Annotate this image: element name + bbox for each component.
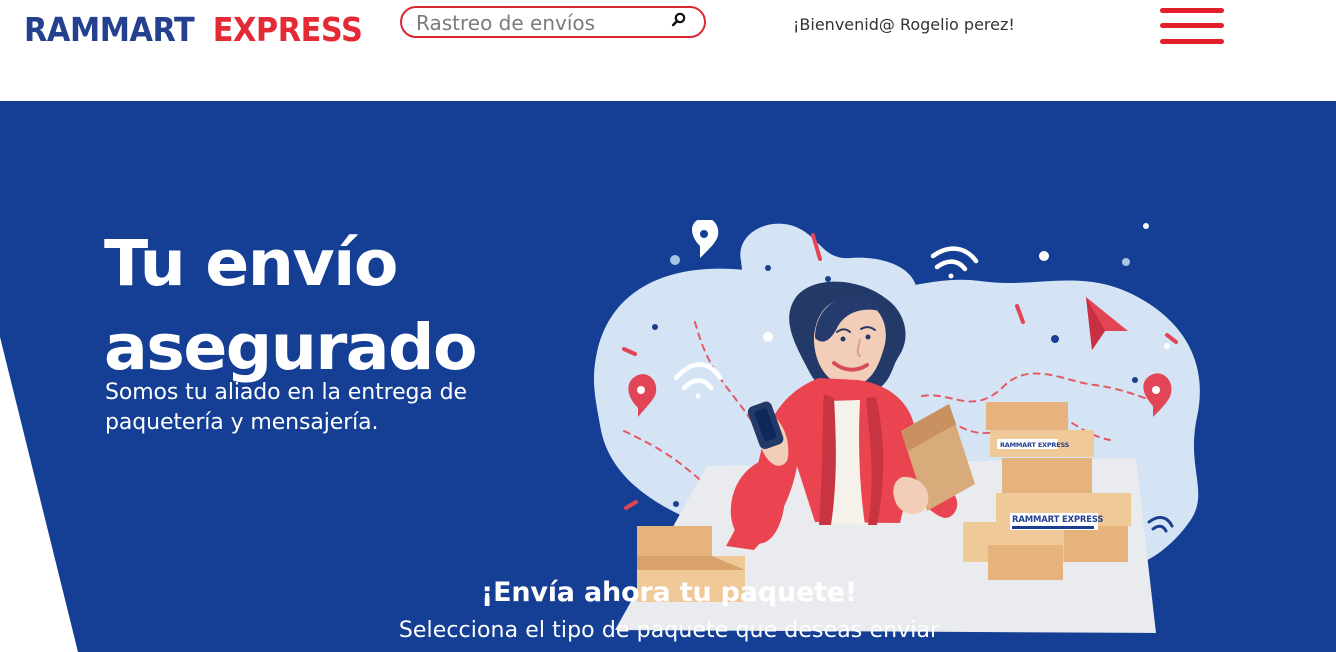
- menu-line: [1160, 39, 1224, 44]
- menu-line: [1160, 8, 1224, 13]
- shipment-search-box[interactable]: [400, 6, 706, 38]
- logo-rammart-text: RAMMART: [24, 9, 195, 49]
- hero-subtitle: Somos tu aliado en la entrega de paquete…: [105, 380, 467, 435]
- logo-express-text: EXPRESS: [212, 9, 363, 49]
- decorative-dot: [825, 276, 831, 282]
- rammart-express-home: RAMMART EXPRESS ¡Bienvenid@ Rogelio pere…: [0, 0, 1336, 652]
- decorative-dot: [1039, 251, 1049, 261]
- decorative-dot: [1143, 223, 1149, 229]
- decorative-dot: [1051, 335, 1059, 343]
- decorative-dot: [1132, 377, 1138, 383]
- decorative-dot: [763, 332, 773, 342]
- hero-left-white-shape: [0, 337, 78, 652]
- decorative-dot: [670, 255, 680, 265]
- top-header: RAMMART EXPRESS ¡Bienvenid@ Rogelio pere…: [0, 0, 1336, 101]
- menu-line: [1160, 23, 1224, 28]
- shipment-tracking-input[interactable]: [416, 12, 661, 34]
- decorative-dot: [1164, 343, 1170, 349]
- wifi-signal-icon: [930, 246, 979, 279]
- decorative-dot: [673, 501, 679, 507]
- hero-title: Tu envío asegurado: [104, 227, 478, 384]
- send-package-title: ¡Envía ahora tu paquete!: [480, 577, 858, 608]
- location-pin-icon: [692, 220, 719, 258]
- box-logo-label: RAMMART EXPRESS: [1000, 441, 1070, 449]
- hero-section: Tu envío asegurado Somos tu aliado en la…: [0, 101, 1336, 652]
- rammart-express-logo[interactable]: RAMMART EXPRESS: [24, 9, 363, 49]
- send-package-subtitle: Selecciona el tipo de paquete que deseas…: [398, 618, 940, 643]
- decorative-dot: [1122, 258, 1130, 266]
- search-icon[interactable]: [671, 12, 686, 27]
- decorative-dot: [652, 324, 658, 330]
- hamburger-menu-button[interactable]: [1160, 8, 1224, 48]
- decorative-dot: [765, 265, 771, 271]
- box-logo-label: RAMMART EXPRESS: [1012, 515, 1103, 525]
- welcome-message: ¡Bienvenid@ Rogelio perez!: [793, 15, 1015, 34]
